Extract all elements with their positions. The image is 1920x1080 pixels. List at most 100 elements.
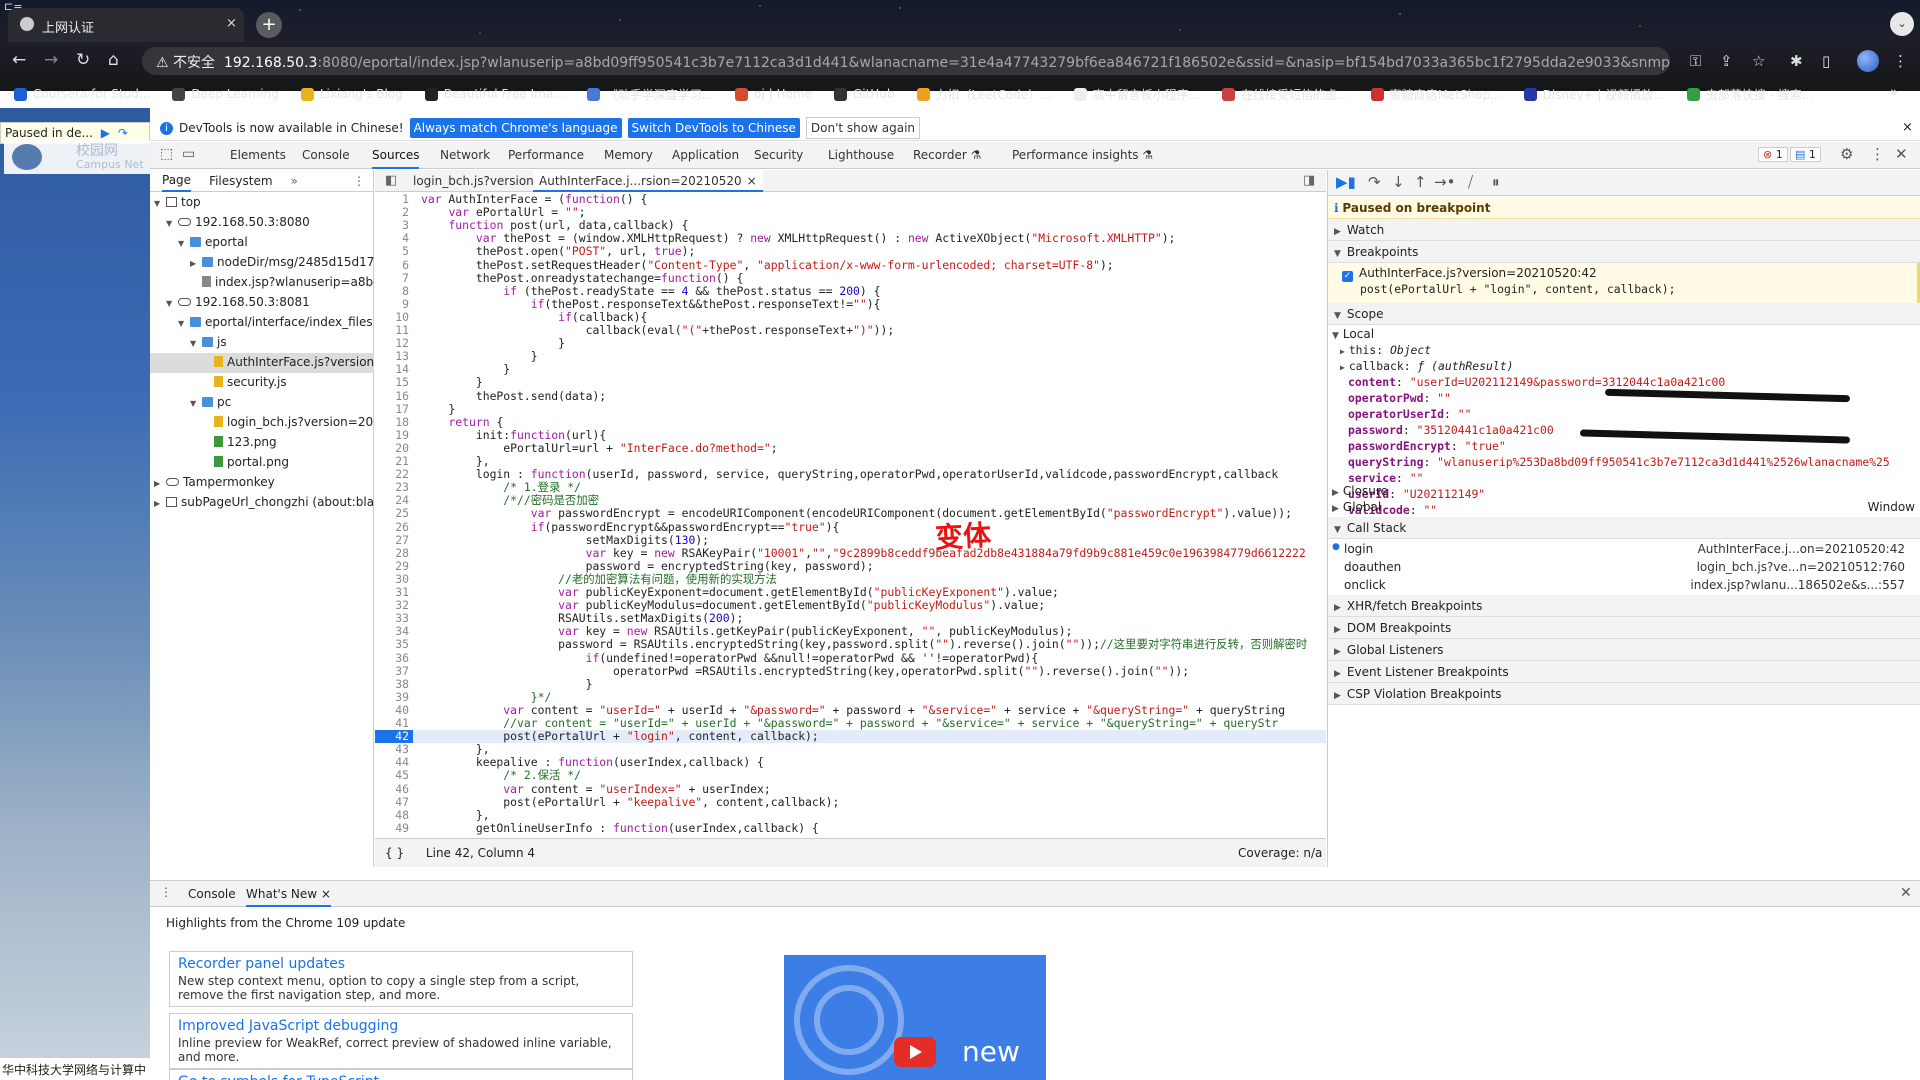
line-number[interactable]: 16	[375, 389, 413, 403]
breakpoint-section[interactable]: ▶ DOM Breakpoints	[1328, 617, 1920, 639]
call-frame[interactable]: onclick index.jsp?wlanu...186502e&s...:55…	[1328, 575, 1920, 593]
tree-item[interactable]: security.js	[150, 373, 374, 393]
always-match-language-button[interactable]: Always match Chrome's language	[409, 118, 622, 138]
deactivate-breakpoints-icon[interactable]: ⧸	[1468, 173, 1473, 191]
resume-icon[interactable]: ▶	[101, 126, 110, 140]
closure-scope[interactable]: ▶ Closure	[1328, 484, 1920, 498]
bookmark-item[interactable]: Deep Learning	[172, 87, 279, 101]
line-number[interactable]: 19	[375, 428, 413, 442]
devtools-tab-elements[interactable]: Elements	[230, 142, 286, 169]
navigator-menu-icon[interactable]: ⋮	[353, 174, 365, 188]
devtools-tab-performance-insights[interactable]: Performance insights ⚗	[1012, 142, 1153, 169]
code-line[interactable]: 47 post(ePortalUrl + "keepalive", conten…	[375, 795, 1326, 809]
address-bar[interactable]: ⚠ 不安全 192.168.50.3:8080/eportal/index.js…	[142, 47, 1670, 75]
key-icon[interactable]: ⚿	[1690, 52, 1701, 70]
bookmarks-overflow-icon[interactable]: »	[1890, 85, 1898, 100]
bookmark-item[interactable]: 在线接受短信的虚...	[1222, 86, 1349, 103]
inspect-element-icon[interactable]: ⬚	[160, 146, 173, 162]
toggle-debugger-icon[interactable]: ◨	[1303, 173, 1315, 188]
back-icon[interactable]: ←	[12, 50, 26, 70]
breakpoint-item[interactable]: ✓ AuthInterFace.js?version=20210520:42 po…	[1328, 263, 1920, 303]
devtools-close-icon[interactable]: ✕	[1895, 145, 1908, 163]
scope-variable[interactable]: queryString: "wlanuserip%253Da8bd09ff950…	[1328, 455, 1920, 469]
play-button-icon[interactable]	[894, 1037, 936, 1067]
bookmark-item[interactable]: 虫部落快搜 - 搜索...	[1686, 86, 1813, 103]
tree-item[interactable]: ▼ eportal/interface/index_files	[150, 313, 374, 333]
watch-section[interactable]: ▶ Watch	[1328, 219, 1920, 241]
drawer-close-icon[interactable]: ✕	[1900, 885, 1912, 901]
breakpoints-section[interactable]: ▼ Breakpoints	[1328, 241, 1920, 263]
code-line[interactable]: 17 }	[375, 402, 1326, 416]
drawer-tab-console[interactable]: Console	[188, 887, 236, 901]
code-line[interactable]: 36 if(undefined!=operatorPwd &&null!=ope…	[375, 651, 1326, 665]
global-scope[interactable]: ▶ Global Window	[1328, 500, 1920, 514]
line-number[interactable]: 15	[375, 376, 413, 389]
tree-item[interactable]: ▼ 192.168.50.3:8080	[150, 213, 374, 233]
reload-icon[interactable]: ↻	[76, 50, 90, 70]
tree-item[interactable]: ▶ subPageUrl_chongzhi (about:bla	[150, 493, 374, 513]
whatsnew-video[interactable]: new	[784, 955, 1046, 1080]
drawer-tab-whatsnew[interactable]: What's New ×	[246, 881, 331, 907]
toggle-navigator-icon[interactable]: ◧	[385, 173, 397, 188]
editor-tab-close[interactable]: ×	[747, 174, 757, 188]
call-frame[interactable]: doauthen login_bch.js?ve...n=20210512:760	[1328, 557, 1920, 575]
code-line[interactable]: 48 },	[375, 808, 1326, 822]
devtools-tab-recorder[interactable]: Recorder ⚗	[913, 142, 981, 169]
scope-variable[interactable]: content: "userId=U202112149&password=331…	[1328, 375, 1920, 389]
line-number[interactable]: 37	[375, 664, 413, 678]
tree-item[interactable]: index.jsp?wlanuserip=a8bd0	[150, 273, 374, 293]
line-number[interactable]: 36	[375, 651, 413, 665]
home-icon[interactable]: ⌂	[108, 50, 119, 70]
call-frame[interactable]: ● login AuthInterFace.j...on=20210520:42	[1328, 539, 1920, 557]
step-over-icon[interactable]: ↷	[118, 126, 128, 140]
step-icon[interactable]: →•	[1434, 173, 1455, 191]
bookmark-item[interactable]: Coursera for Stud...	[14, 87, 150, 101]
tree-item[interactable]: ▼ pc	[150, 393, 374, 413]
code-line[interactable]: 26 if(passwordEncrypt&&passwordEncrypt==…	[375, 520, 1326, 534]
breakpoint-section[interactable]: ▶ CSP Violation Breakpoints	[1328, 683, 1920, 705]
tab-search-button[interactable]: ⌄	[1890, 12, 1914, 36]
navigator-tab-filesystem[interactable]: Filesystem	[209, 174, 272, 188]
tree-item[interactable]: ▼ top	[150, 193, 374, 213]
pause-on-exceptions-icon[interactable]: ⏸	[1492, 173, 1500, 191]
step-over-icon[interactable]: ↷	[1368, 173, 1381, 191]
code-line[interactable]: 13 }	[375, 350, 1326, 363]
devtools-tab-performance[interactable]: Performance	[508, 142, 584, 169]
step-into-icon[interactable]: ↓	[1392, 173, 1405, 191]
scope-variable[interactable]: ▶ callback: ƒ (authResult)	[1328, 359, 1920, 373]
scope-variable[interactable]: ▶ this: Object	[1328, 343, 1920, 357]
code-line[interactable]: 42 post(ePortalUrl + "login", content, c…	[375, 729, 1326, 744]
step-out-icon[interactable]: ↑	[1414, 173, 1427, 191]
profile-avatar[interactable]	[1857, 50, 1879, 72]
line-number[interactable]: 26	[375, 520, 413, 534]
share-icon[interactable]: ⇪	[1720, 52, 1733, 70]
devtools-tab-lighthouse[interactable]: Lighthouse	[828, 142, 894, 169]
settings-gear-icon[interactable]: ⚙	[1840, 145, 1853, 163]
bookmark-item[interactable]: 蜜糖商店MetShop...	[1370, 86, 1502, 103]
bookmark-item[interactable]: GitHub	[833, 87, 895, 101]
tree-item[interactable]: ▼ 192.168.50.3:8081	[150, 293, 374, 313]
code-line[interactable]: 19 init:function(url){	[375, 428, 1326, 442]
code-line[interactable]: 14 }	[375, 363, 1326, 376]
code-line[interactable]: 35 password = RSAUtils.encryptedString(k…	[375, 638, 1326, 651]
feature-card-title[interactable]: Recorder panel updates	[178, 956, 624, 972]
scope-variable[interactable]: service: ""	[1328, 471, 1920, 485]
messages-badge[interactable]: ▤ 1	[1790, 147, 1821, 162]
side-panel-icon[interactable]: ▯	[1822, 52, 1830, 70]
breakpoint-checkbox[interactable]: ✓	[1342, 271, 1353, 282]
devtools-tab-security[interactable]: Security	[754, 142, 803, 169]
code-line[interactable]: 28 var key = new RSAKeyPair("10001","","…	[375, 546, 1326, 560]
extensions-icon[interactable]: ✱	[1790, 52, 1803, 70]
whatsnew-close[interactable]: ×	[321, 887, 331, 901]
device-toolbar-icon[interactable]: ▭	[182, 146, 195, 162]
code-line[interactable]: 46 var content = "userIndex=" + userInde…	[375, 782, 1326, 796]
devtools-tab-application[interactable]: Application	[672, 142, 739, 169]
bookmark-item[interactable]: Beautiful Free Ima...	[424, 87, 565, 101]
code-line[interactable]: 49 getOnlineUserInfo : function(userInde…	[375, 821, 1326, 835]
breakpoint-section[interactable]: ▶ XHR/fetch Breakpoints	[1328, 595, 1920, 617]
line-number[interactable]: 18	[375, 415, 413, 429]
devtools-tab-console[interactable]: Console	[302, 142, 350, 169]
browser-tab[interactable]: 上网认证	[8, 8, 244, 42]
callstack-section[interactable]: ▼ Call Stack	[1328, 517, 1920, 539]
tree-item[interactable]: login_bch.js?version=202	[150, 413, 374, 433]
